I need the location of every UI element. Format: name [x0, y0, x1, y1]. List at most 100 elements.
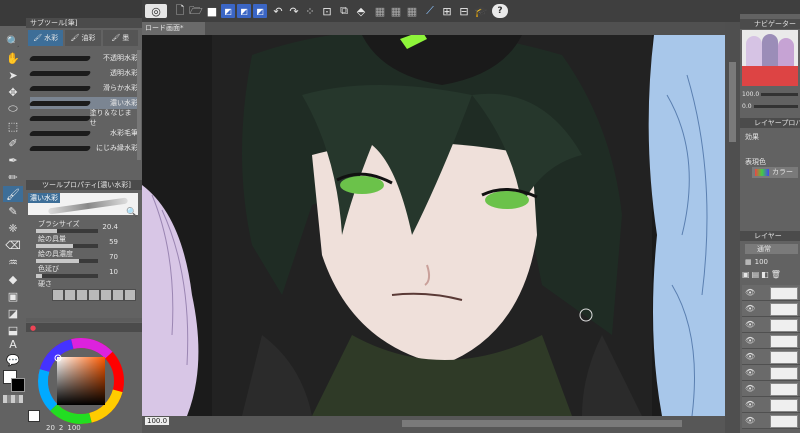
balloon-icon[interactable]: 💬 — [3, 352, 23, 368]
eye-icon[interactable]: 👁 — [745, 368, 755, 377]
hardness-option[interactable] — [76, 289, 88, 301]
hardness-option[interactable] — [88, 289, 100, 301]
color-fg-small[interactable] — [28, 410, 40, 422]
ruler-icon[interactable]: ⟋ — [423, 4, 437, 18]
tab-ink[interactable]: 🖌 墨 — [102, 30, 138, 46]
help-icon[interactable]: ? — [492, 4, 508, 18]
lasso-icon[interactable]: ⬭ — [3, 101, 23, 117]
eye-icon[interactable]: 👁 — [745, 416, 755, 425]
layer-row[interactable]: 👁 — [742, 381, 800, 397]
new-layer-icon[interactable]: ▣ — [742, 270, 750, 282]
hardness-option[interactable] — [52, 289, 64, 301]
new-file-icon[interactable]: 🗋 — [173, 4, 187, 18]
display-color-select[interactable]: カラー — [752, 167, 798, 178]
selection-icon[interactable]: ⁘ — [303, 4, 317, 18]
eyedropper-icon[interactable]: ✐ — [3, 135, 23, 151]
move-layer-icon[interactable]: ✥ — [3, 84, 23, 100]
hardness-option[interactable] — [100, 289, 112, 301]
hardness-option[interactable] — [112, 289, 124, 301]
navigator-angle-slider[interactable] — [753, 104, 798, 108]
canvas[interactable] — [142, 35, 725, 416]
navigator-preview[interactable] — [742, 30, 798, 86]
pen-icon[interactable]: ✒ — [3, 152, 23, 168]
figure-icon[interactable]: ◪ — [3, 305, 23, 321]
brush-item[interactable]: にじみ縁水彩 — [28, 142, 138, 154]
eye-icon[interactable]: 👁 — [745, 288, 755, 297]
layer-row[interactable]: 👁 — [742, 413, 800, 429]
blend-mode-select[interactable]: 通常 — [745, 244, 798, 254]
new-folder-icon[interactable]: ▤ — [752, 270, 760, 282]
open-file-icon[interactable]: 🗁 — [189, 4, 203, 18]
grid-icon[interactable]: ⊟ — [457, 4, 471, 18]
property-value[interactable]: 70 — [96, 253, 118, 261]
delete-layer-icon[interactable]: 🗑 — [771, 270, 781, 282]
layer-row[interactable]: 👁 — [742, 397, 800, 413]
fill-icon[interactable]: ⬘ — [354, 4, 368, 18]
property-slider[interactable] — [36, 229, 98, 233]
property-slider[interactable] — [36, 274, 98, 278]
tab-watercolor[interactable]: 🖌 水彩 — [28, 30, 64, 46]
layer-row[interactable]: 👁 — [742, 301, 800, 317]
layer-icon-1[interactable]: ▦ — [373, 4, 387, 18]
brush-item[interactable]: 塗り＆なじませ — [28, 109, 138, 127]
graduation-cap-icon[interactable]: 🎓 — [474, 4, 488, 18]
gradient-icon[interactable]: ▣ — [3, 288, 23, 304]
subtool-scrollbar[interactable] — [137, 50, 141, 160]
zoom-icon[interactable]: 🔍 — [3, 33, 23, 49]
layer-row[interactable]: 👁 — [742, 349, 800, 365]
property-value[interactable]: 20.4 — [96, 223, 118, 231]
eye-icon[interactable]: 👁 — [745, 336, 755, 345]
hardness-option[interactable] — [64, 289, 76, 301]
mask-icon[interactable]: ◧ — [761, 270, 769, 282]
select-rect-icon[interactable]: ⬚ — [3, 118, 23, 134]
pencil-icon[interactable]: ✏ — [3, 169, 23, 185]
property-value[interactable]: 10 — [96, 268, 118, 276]
layer-lock-icon[interactable]: ▦ — [745, 258, 752, 266]
eraser-icon[interactable]: ⌫ — [3, 237, 23, 253]
color-wheel[interactable] — [36, 336, 126, 426]
brush-item[interactable]: 透明水彩 — [28, 67, 138, 79]
blend-icon[interactable]: ♒ — [3, 254, 23, 270]
brush-item[interactable]: 不透明水彩 — [28, 52, 138, 64]
brush-item[interactable]: 水彩毛筆 — [28, 127, 138, 139]
text-icon[interactable]: A — [3, 336, 23, 352]
decoration-icon[interactable]: ❈ — [3, 220, 23, 236]
transform-icon[interactable]: ⧉ — [337, 4, 351, 18]
layer-icon-3[interactable]: ▦ — [405, 4, 419, 18]
scroll-thumb[interactable] — [729, 62, 736, 142]
save-icon[interactable]: ■ — [205, 4, 219, 18]
export-icon-1[interactable]: ◩ — [221, 4, 235, 18]
search-icon[interactable]: 🔍 — [126, 208, 137, 218]
background-color-swatch[interactable] — [11, 378, 25, 392]
operation-icon[interactable]: ➤ — [3, 67, 23, 83]
property-slider[interactable] — [36, 244, 98, 248]
transparent-color-icon[interactable] — [3, 395, 23, 403]
eye-icon[interactable]: 👁 — [745, 304, 755, 313]
layer-row[interactable]: 👁 — [742, 365, 800, 381]
navigator-zoom-slider[interactable] — [761, 92, 798, 96]
horizontal-scrollbar[interactable] — [402, 420, 682, 427]
brush-item[interactable]: 滑らか水彩 — [28, 82, 138, 94]
property-value[interactable]: 59 — [96, 238, 118, 246]
canvas-tab[interactable]: ロード画面* — [142, 22, 205, 35]
fill-bucket-icon[interactable]: ◆ — [3, 271, 23, 287]
crop-icon[interactable]: ⊡ — [320, 4, 334, 18]
layer-row[interactable]: 👁 — [742, 285, 800, 301]
app-logo-icon[interactable]: ◎ — [145, 4, 167, 18]
layer-icon-2[interactable]: ▦ — [389, 4, 403, 18]
brush-icon[interactable]: 🖌 — [3, 186, 23, 202]
eye-icon[interactable]: 👁 — [745, 400, 755, 409]
tab-oil[interactable]: 🖌 油彩 — [65, 30, 101, 46]
redo-icon[interactable]: ↷ — [287, 4, 301, 18]
export-icon-3[interactable]: ◩ — [253, 4, 267, 18]
eye-icon[interactable]: 👁 — [745, 320, 755, 329]
zoom-readout[interactable]: 100.0 — [145, 417, 170, 425]
vertical-scrollbar[interactable] — [725, 22, 740, 433]
export-icon-2[interactable]: ◩ — [237, 4, 251, 18]
layer-row[interactable]: 👁 — [742, 333, 800, 349]
eye-icon[interactable]: 👁 — [745, 384, 755, 393]
airbrush-icon[interactable]: ✎ — [3, 203, 23, 219]
layer-row[interactable]: 👁 — [742, 317, 800, 333]
hardness-option[interactable] — [124, 289, 136, 301]
snap-icon[interactable]: ⊞ — [440, 4, 454, 18]
